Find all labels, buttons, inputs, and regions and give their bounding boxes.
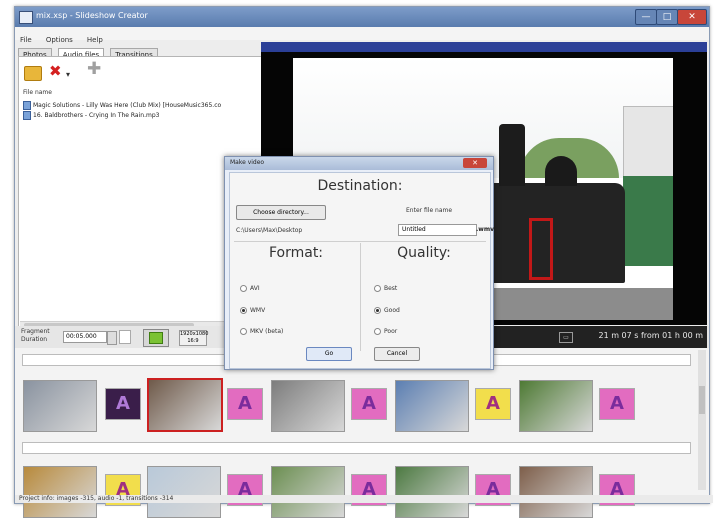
dropdown-icon[interactable]: ▾	[66, 67, 70, 83]
status-bar: Project info: images -315, audio -1, tra…	[15, 495, 713, 503]
resolution-button[interactable]: 1920x1080 16:9	[179, 330, 208, 346]
dialog-title-bar: Make video ✕	[225, 157, 493, 170]
format-radio-avi[interactable]: AVI	[240, 285, 260, 292]
photo-thumbnail[interactable]	[23, 380, 97, 432]
radio-dot	[240, 285, 247, 292]
file-name-header: File name	[23, 89, 52, 96]
app-icon	[19, 11, 33, 24]
quality-heading: Quality:	[397, 245, 451, 261]
minimize-button[interactable]: —	[635, 9, 657, 25]
audio-file-item[interactable]: Magic Solutions - Lilly Was Here (Club M…	[23, 101, 261, 110]
photo-thumbnail[interactable]	[23, 466, 97, 518]
make-video-dialog: Make video ✕ Destination: Choose directo…	[224, 156, 494, 370]
window-title: mix.xsp - Slideshow Creator	[36, 11, 148, 20]
dialog-divider	[360, 243, 361, 351]
choose-directory-button[interactable]: Choose directory...	[236, 205, 326, 220]
menu-bar: File Options Help	[15, 27, 709, 44]
preview-header	[261, 42, 707, 52]
preview-mode-icon[interactable]: ▭	[559, 332, 573, 343]
radio-dot	[374, 328, 381, 335]
radio-dot	[374, 307, 381, 314]
photo-thumbnail[interactable]	[519, 466, 593, 518]
audio-file-name: Magic Solutions - Lilly Was Here (Club M…	[33, 102, 222, 109]
photo-thumbnail[interactable]	[271, 380, 345, 432]
file-extension: .wmv	[476, 226, 494, 233]
photo-thumbnail[interactable]	[519, 380, 593, 432]
radio-dot	[240, 307, 247, 314]
time-readout: 21 m 07 s from 01 h 00 m	[598, 331, 703, 340]
directory-path: C:\Users\Max\Desktop	[236, 227, 303, 234]
red-ladder	[529, 218, 553, 280]
radio-dot	[374, 285, 381, 292]
vertical-scrollbar[interactable]	[698, 350, 706, 490]
go-button[interactable]: Go	[306, 347, 352, 361]
file-name-label: Enter file name	[406, 207, 453, 214]
dialog-divider	[234, 241, 486, 242]
audio-file-item[interactable]: 16. Baldbrothers - Crying In The Rain.mp…	[23, 111, 261, 120]
panel-tabs: Photos Audio files Transitions	[18, 42, 159, 60]
photo-thumbnail[interactable]	[395, 466, 469, 518]
transition-thumbnail[interactable]: A	[105, 388, 141, 420]
quality-radio-best[interactable]: Best	[374, 285, 397, 292]
fit-image-button[interactable]	[143, 329, 169, 347]
audio-file-icon	[23, 101, 31, 110]
transition-thumbnail[interactable]: A	[475, 388, 511, 420]
green-railcar	[623, 176, 673, 266]
file-name-input[interactable]: Untitled	[398, 224, 477, 236]
fit-image-icon	[149, 332, 163, 344]
format-heading: Format:	[268, 245, 324, 261]
quality-radio-poor[interactable]: Poor	[374, 328, 397, 335]
add-icon[interactable]: ✚	[87, 61, 101, 78]
blank-button[interactable]	[119, 330, 131, 344]
timeline: A A A A A A A A A A	[15, 348, 709, 518]
transition-thumbnail[interactable]: A	[351, 388, 387, 420]
maximize-button[interactable]: □	[656, 9, 678, 25]
dialog-title: Make video	[230, 159, 265, 166]
photo-thumbnail[interactable]	[271, 466, 345, 518]
audio-file-name: 16. Baldbrothers - Crying In The Rain.mp…	[33, 112, 160, 119]
radio-dot	[240, 328, 247, 335]
quality-radio-good[interactable]: Good	[374, 307, 400, 314]
dialog-close-button[interactable]: ✕	[463, 158, 487, 168]
fragment-duration-label: Fragment Duration	[21, 328, 50, 343]
close-button[interactable]: ✕	[677, 9, 707, 25]
destination-heading: Destination:	[317, 178, 403, 194]
format-radio-mkv[interactable]: MKV (beta)	[240, 328, 283, 335]
photo-thumbnail-selected[interactable]	[147, 378, 223, 432]
audio-file-icon	[23, 111, 31, 120]
duration-input[interactable]: 00:05.000	[63, 331, 107, 343]
title-bar: mix.xsp - Slideshow Creator — □ ✕	[15, 7, 709, 27]
format-radio-wmv[interactable]: WMV	[240, 307, 265, 314]
audio-track[interactable]	[22, 442, 691, 454]
locomotive-dome	[545, 156, 577, 186]
duration-spinner[interactable]	[107, 331, 117, 345]
photo-thumbnail[interactable]	[147, 466, 221, 518]
folder-open-icon[interactable]	[24, 66, 42, 81]
locomotive-chimney	[499, 124, 525, 186]
scrollbar-thumb[interactable]	[699, 386, 705, 414]
transition-thumbnail[interactable]: A	[599, 388, 635, 420]
remove-icon[interactable]: ✖	[49, 63, 62, 79]
cancel-button[interactable]: Cancel	[374, 347, 420, 361]
photo-thumbnail[interactable]	[395, 380, 469, 432]
transition-thumbnail[interactable]: A	[227, 388, 263, 420]
dialog-body: Destination: Choose directory... Enter f…	[229, 172, 494, 369]
